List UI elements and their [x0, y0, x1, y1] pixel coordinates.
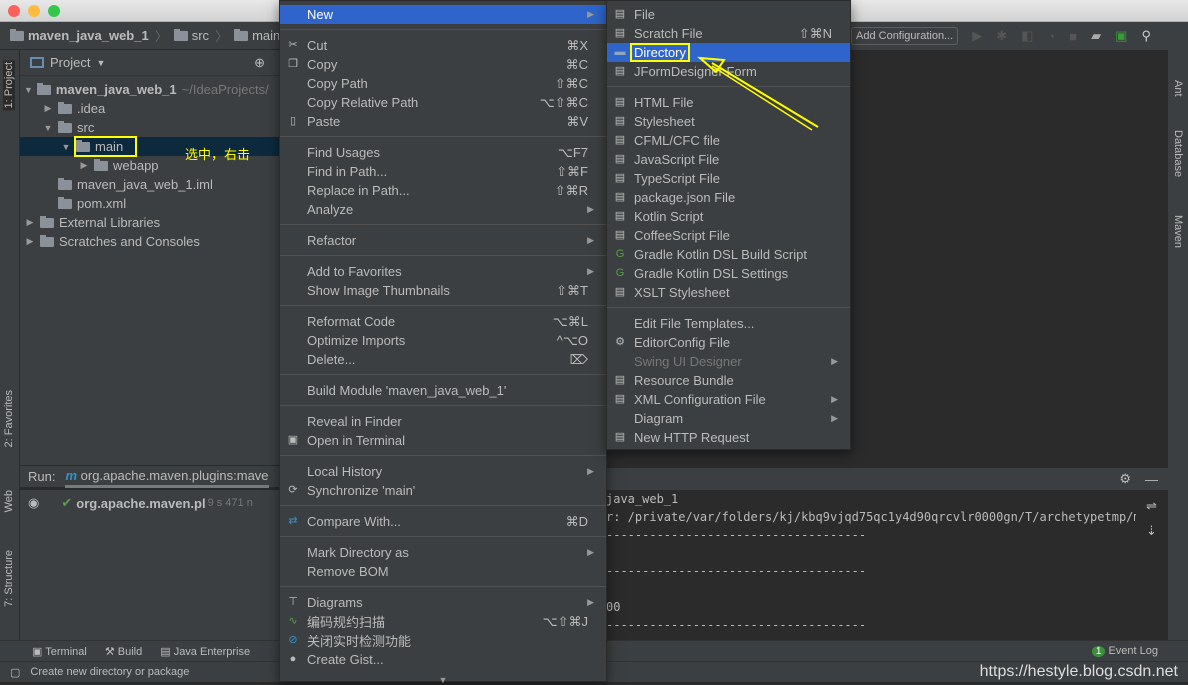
annotation-arrow-line: [711, 65, 813, 131]
annotation-arrowhead: [697, 56, 726, 74]
annotation-arrow-line: [711, 62, 819, 128]
annotation-arrow: [697, 56, 819, 131]
